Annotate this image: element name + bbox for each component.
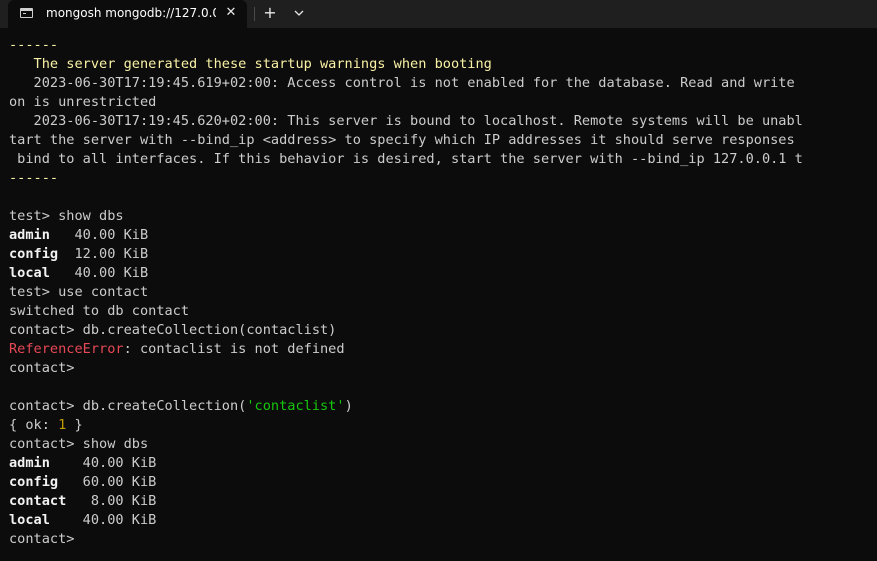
db-row: contact 8.00 KiB <box>9 492 877 511</box>
command-line: contact> db.createCollection(contaclist) <box>9 322 337 338</box>
db-name: local <box>9 265 50 281</box>
command-line: test> use contact <box>9 284 149 300</box>
close-icon[interactable]: ✕ <box>222 3 240 23</box>
db-size: 8.00 KiB <box>66 493 157 509</box>
tab-title: mongosh mongodb://127.0.0. <box>46 6 216 20</box>
warning-line: 2023-06-30T17:19:45.619+02:00: Access co… <box>9 75 795 91</box>
terminal-window: mongosh mongodb://127.0.0. ✕ + ------ Th… <box>0 0 877 561</box>
error-name: ReferenceError <box>9 341 124 357</box>
separator-line: ------ <box>9 170 59 186</box>
db-row: local 40.00 KiB <box>9 264 877 283</box>
db-row: config 60.00 KiB <box>9 473 877 492</box>
db-size: 60.00 KiB <box>58 474 157 490</box>
db-name: admin <box>9 455 50 471</box>
output-line: switched to db contact <box>9 303 190 319</box>
terminal-output[interactable]: ------ The server generated these startu… <box>9 36 877 561</box>
db-name: local <box>9 512 50 528</box>
command-text: contact> db.createCollection( <box>9 398 247 414</box>
tab-mongosh[interactable]: mongosh mongodb://127.0.0. ✕ <box>8 0 247 28</box>
warning-line: 2023-06-30T17:19:45.620+02:00: This serv… <box>9 113 803 129</box>
new-tab-button[interactable]: + <box>260 3 280 23</box>
db-size: 40.00 KiB <box>49 455 157 471</box>
separator-line: ------ <box>9 37 59 53</box>
db-name: contact <box>9 493 67 509</box>
command-line: test> show dbs <box>9 208 124 224</box>
output-line: { ok: 1 } <box>9 416 877 435</box>
output-text: { ok: <box>9 417 59 433</box>
warning-line: tart the server with --bind_ip <address>… <box>9 132 795 148</box>
warning-header: The server generated these startup warni… <box>9 56 492 72</box>
db-row: local 40.00 KiB <box>9 511 877 530</box>
warning-line: bind to all interfaces. If this behavior… <box>9 151 803 167</box>
db-name: config <box>9 474 59 490</box>
warning-line: on is unrestricted <box>9 94 157 110</box>
command-line: contact> db.createCollection('contaclist… <box>9 397 877 416</box>
string-literal: 'contaclist' <box>246 398 345 414</box>
tab-divider <box>254 7 255 21</box>
db-row: admin 40.00 KiB <box>9 454 877 473</box>
db-size: 40.00 KiB <box>49 227 149 243</box>
db-row: admin 40.00 KiB <box>9 226 877 245</box>
terminal-icon <box>20 8 33 18</box>
db-size: 40.00 KiB <box>49 512 157 528</box>
db-name: admin <box>9 227 50 243</box>
output-text: } <box>66 417 83 433</box>
db-name: config <box>9 246 59 262</box>
chevron-down-icon[interactable] <box>290 4 308 22</box>
db-size: 40.00 KiB <box>49 265 149 281</box>
tab-bar: mongosh mongodb://127.0.0. ✕ + <box>0 0 877 28</box>
db-size: 12.00 KiB <box>58 246 149 262</box>
prompt-line: contact> <box>9 360 75 376</box>
db-row: config 12.00 KiB <box>9 245 877 264</box>
command-line: contact> show dbs <box>9 436 149 452</box>
command-text: ) <box>344 398 353 414</box>
error-message: : contaclist is not defined <box>123 341 345 357</box>
error-line: ReferenceError: contaclist is not define… <box>9 340 877 359</box>
prompt-line[interactable]: contact> <box>9 530 877 549</box>
